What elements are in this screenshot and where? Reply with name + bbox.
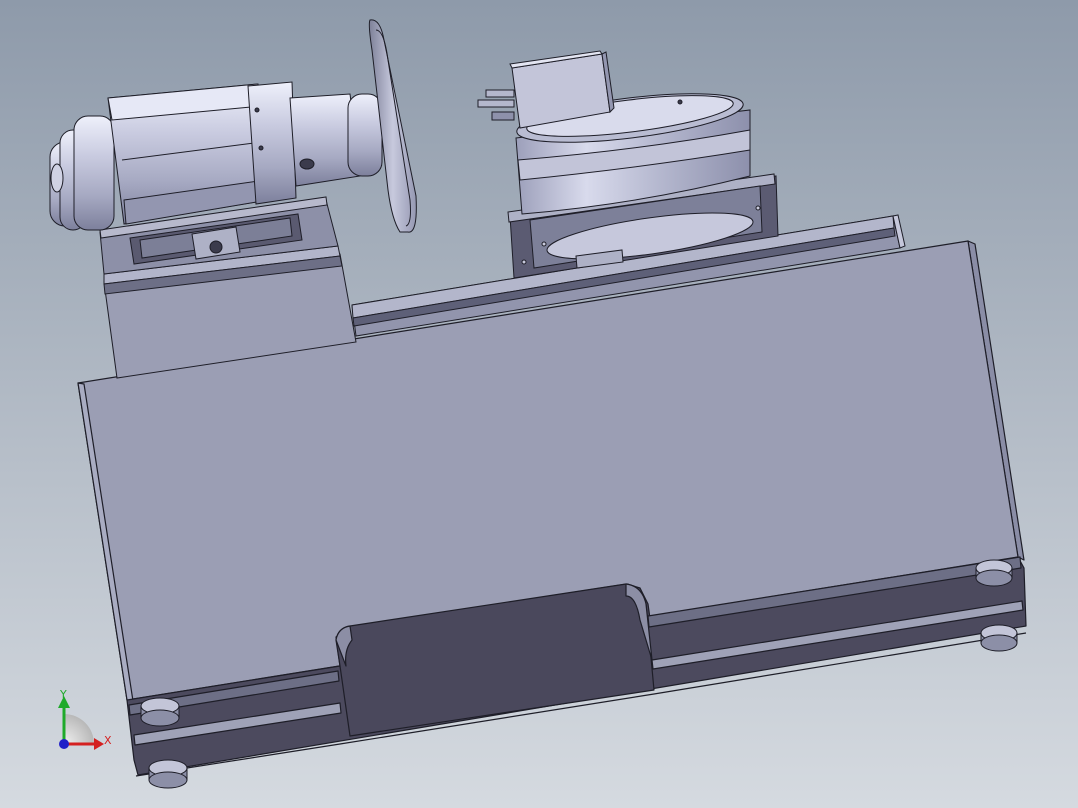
spindle-rear-boss [50, 163, 64, 193]
connector-pin-icon-3 [491, 111, 515, 121]
foot-front-left [140, 697, 180, 727]
spindle-port-hole [299, 158, 315, 170]
housing-screw-icon-2 [258, 145, 264, 151]
housing-screw-icon [254, 107, 260, 113]
base-bolt-icon-3 [521, 259, 527, 265]
triad-z-origin-icon [59, 739, 69, 749]
base-bolt-icon [541, 241, 547, 247]
connector-pin-icon [477, 99, 515, 108]
triad-x-label: X [104, 734, 112, 747]
clamp-bolt-icon [209, 240, 223, 254]
spindle-rear-ring-1 [73, 115, 115, 231]
triad-y-label: Y [59, 688, 67, 701]
foot-rear-right [980, 624, 1018, 652]
foot-front-right [975, 559, 1013, 587]
spindle-collar [347, 93, 383, 177]
rotary-index-dot [677, 99, 683, 105]
base-bolt-icon-2 [755, 205, 761, 211]
cad-viewport[interactable]: Y X [0, 0, 1078, 808]
foot-rear-left [148, 759, 188, 789]
connector-pin-icon-2 [485, 89, 515, 98]
machine-assembly-model[interactable]: Y X [0, 0, 1078, 808]
spindle-front-housing [247, 81, 297, 205]
